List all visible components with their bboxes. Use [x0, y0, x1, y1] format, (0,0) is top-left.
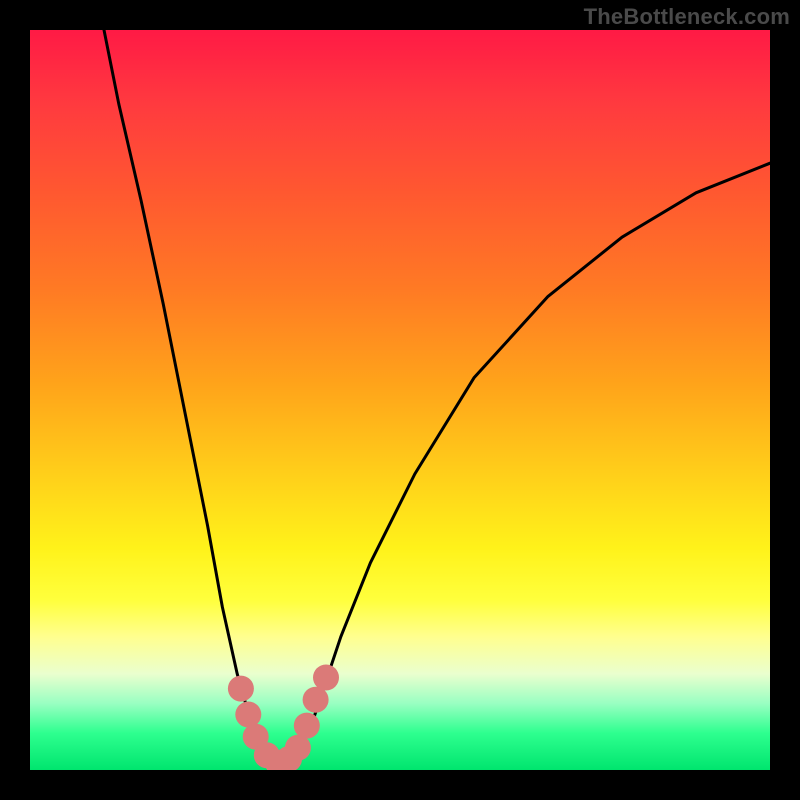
marker-dot	[303, 687, 329, 713]
plot-area	[30, 30, 770, 770]
marker-dot	[228, 676, 254, 702]
highlighted-markers	[228, 665, 339, 771]
marker-dot	[285, 735, 311, 761]
marker-dot	[294, 713, 320, 739]
curve-layer	[30, 30, 770, 770]
chart-frame: TheBottleneck.com	[0, 0, 800, 800]
marker-dot	[235, 702, 261, 728]
marker-dot	[313, 665, 339, 691]
bottleneck-curve-path	[104, 30, 770, 763]
watermark-text: TheBottleneck.com	[584, 4, 790, 30]
